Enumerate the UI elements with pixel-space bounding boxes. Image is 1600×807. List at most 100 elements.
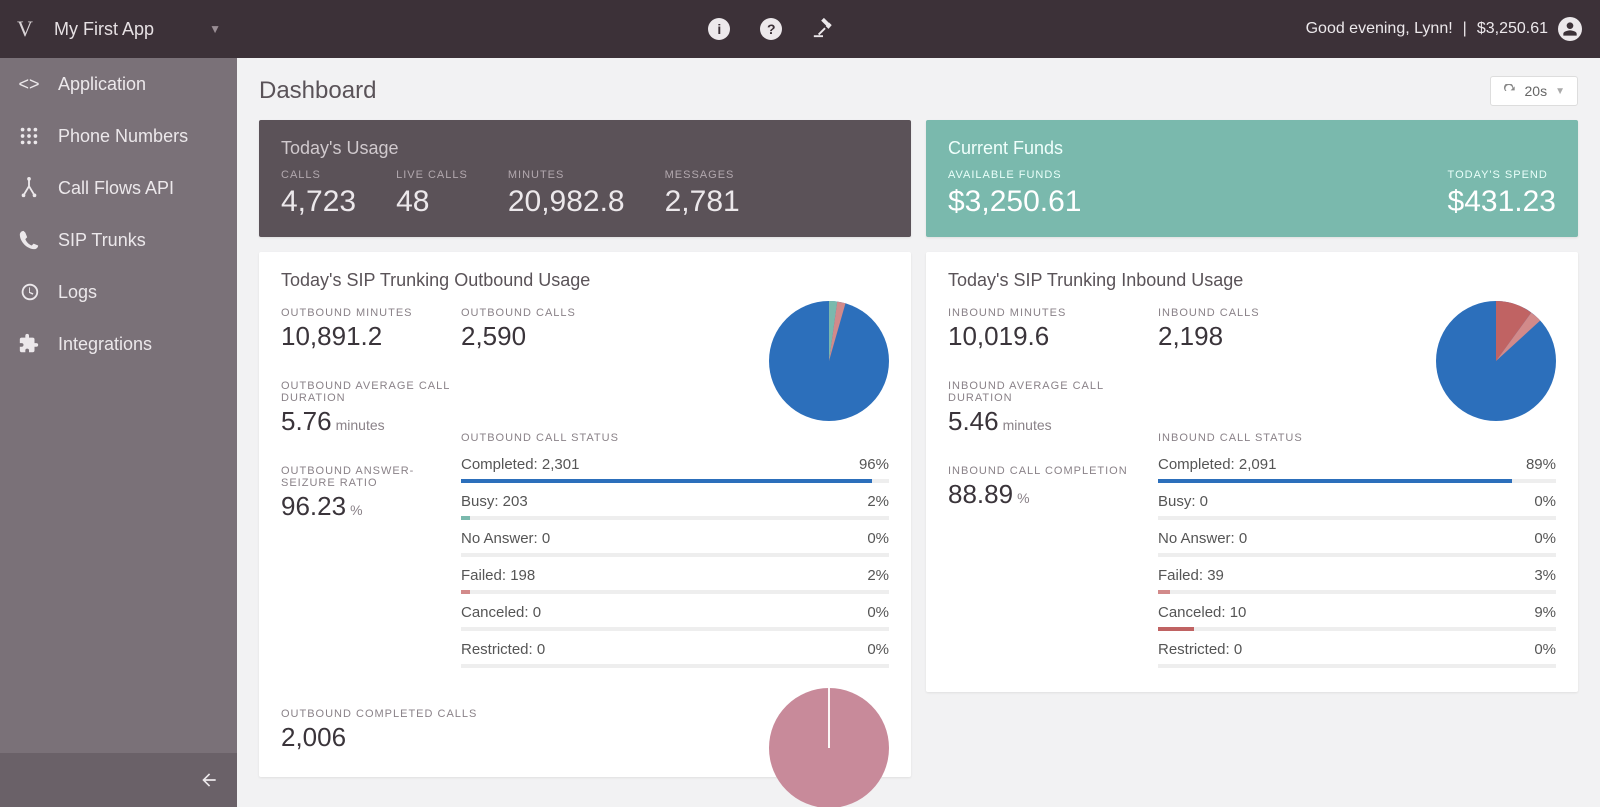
logo: V xyxy=(0,16,50,42)
code-icon: <> xyxy=(18,74,40,95)
status-pct: 9% xyxy=(1534,604,1556,621)
status-pct: 0% xyxy=(867,604,889,621)
stat-value: $3,250.61 xyxy=(948,185,1081,219)
stat-label: LIVE CALLS xyxy=(396,169,468,181)
metric-value: 5.76minutes xyxy=(281,406,461,437)
status-pct: 3% xyxy=(1534,567,1556,584)
status-row: No Answer: 0 0% xyxy=(1158,530,1556,547)
status-label: Canceled: 0 xyxy=(461,604,541,621)
status-label: Restricted: 0 xyxy=(1158,641,1242,658)
status-title: INBOUND CALL STATUS xyxy=(1158,432,1556,444)
sidebar-item-phone-numbers[interactable]: Phone Numbers xyxy=(0,110,237,162)
stat-value: 20,982.8 xyxy=(508,185,625,219)
progress-bar xyxy=(461,553,889,557)
puzzle-icon xyxy=(18,333,40,355)
sidebar-item-logs[interactable]: Logs xyxy=(0,266,237,318)
status-row: Completed: 2,30196% xyxy=(461,456,889,473)
card-title: Current Funds xyxy=(948,138,1556,159)
refresh-selector[interactable]: 20s ▼ xyxy=(1490,76,1578,106)
status-label: No Answer: 0 xyxy=(1158,530,1247,547)
status-pct: 2% xyxy=(867,493,889,510)
status-label: No Answer: 0 xyxy=(461,530,550,547)
sidebar-item-sip-trunks[interactable]: SIP Trunks xyxy=(0,214,237,266)
status-label: Failed: 198 xyxy=(461,567,535,584)
status-row: Canceled: 0 0% xyxy=(461,604,889,621)
progress-bar xyxy=(461,664,889,668)
stat-label: AVAILABLE FUNDS xyxy=(948,169,1081,181)
sidebar-item-integrations[interactable]: Integrations xyxy=(0,318,237,370)
metric-label: INBOUND CALL COMPLETION xyxy=(948,465,1158,477)
stat-value: 2,781 xyxy=(665,185,740,219)
sidebar: <> Application Phone Numbers Call Flows … xyxy=(0,58,237,807)
account-icon[interactable] xyxy=(1558,17,1582,41)
sip-icon xyxy=(18,229,40,251)
status-pct: 0% xyxy=(1534,493,1556,510)
arrow-left-icon xyxy=(199,770,219,790)
gavel-icon[interactable] xyxy=(812,16,834,43)
status-row: Failed: 1982% xyxy=(461,567,889,584)
stat-value: $431.23 xyxy=(1448,185,1556,219)
metric-label: INBOUND AVERAGE CALL DURATION xyxy=(948,380,1158,404)
flow-icon xyxy=(18,177,40,199)
sidebar-collapse[interactable] xyxy=(0,753,237,807)
progress-bar xyxy=(1158,627,1556,631)
status-pct: 89% xyxy=(1526,456,1556,473)
metric-value: 10,891.2 xyxy=(281,321,461,352)
chevron-down-icon: ▼ xyxy=(1555,86,1565,97)
refresh-value: 20s xyxy=(1525,83,1548,99)
sidebar-item-label: SIP Trunks xyxy=(58,230,146,251)
current-funds-card: Current Funds AVAILABLE FUNDS $3,250.61 … xyxy=(926,120,1578,237)
progress-bar xyxy=(1158,553,1556,557)
info-icon[interactable]: i xyxy=(708,18,730,40)
sidebar-item-label: Integrations xyxy=(58,334,152,355)
topbar-icons: i ? xyxy=(708,16,834,43)
status-label: Failed: 39 xyxy=(1158,567,1224,584)
metric-value: 5.46minutes xyxy=(948,406,1158,437)
card-title: Today's SIP Trunking Outbound Usage xyxy=(281,270,889,291)
sidebar-item-call-flows[interactable]: Call Flows API xyxy=(0,162,237,214)
metric-value: 88.89% xyxy=(948,479,1158,510)
stat-label: CALLS xyxy=(281,169,356,181)
app-name: My First App xyxy=(54,19,154,40)
status-label: Completed: 2,091 xyxy=(1158,456,1276,473)
card-title: Today's SIP Trunking Inbound Usage xyxy=(948,270,1556,291)
progress-bar xyxy=(461,479,889,483)
status-label: Canceled: 10 xyxy=(1158,604,1246,621)
help-icon[interactable]: ? xyxy=(760,18,782,40)
progress-bar xyxy=(1158,479,1556,483)
metric-label: OUTBOUND ANSWER-SEIZURE RATIO xyxy=(281,465,461,489)
sidebar-item-label: Call Flows API xyxy=(58,178,174,199)
stat-label: MESSAGES xyxy=(665,169,740,181)
greeting: Good evening, Lynn! | $3,250.61 xyxy=(1306,17,1582,41)
main-content: Dashboard 20s ▼ Today's Usage CALLS 4,72… xyxy=(237,58,1600,807)
progress-bar xyxy=(461,516,889,520)
balance: $3,250.61 xyxy=(1477,20,1548,38)
progress-bar xyxy=(461,590,889,594)
status-pct: 0% xyxy=(1534,641,1556,658)
metric-value: 96.23% xyxy=(281,491,461,522)
status-label: Busy: 0 xyxy=(1158,493,1208,510)
progress-bar xyxy=(1158,516,1556,520)
status-row: Restricted: 00% xyxy=(461,641,889,658)
outbound-panel: Today's SIP Trunking Outbound Usage OUTB… xyxy=(259,252,911,777)
metric-label: OUTBOUND MINUTES xyxy=(281,307,461,319)
metric-value: 10,019.6 xyxy=(948,321,1158,352)
status-pct: 96% xyxy=(859,456,889,473)
sidebar-item-application[interactable]: <> Application xyxy=(0,58,237,110)
chevron-down-icon: ▼ xyxy=(209,22,221,36)
todays-usage-card: Today's Usage CALLS 4,723 LIVE CALLS 48 … xyxy=(259,120,911,237)
status-row: Busy: 2032% xyxy=(461,493,889,510)
page-title: Dashboard xyxy=(259,77,376,105)
status-pct: 0% xyxy=(1534,530,1556,547)
app-selector[interactable]: My First App ▼ xyxy=(50,0,237,58)
completed-pie-chart xyxy=(769,688,889,807)
card-title: Today's Usage xyxy=(281,138,889,159)
dialpad-icon xyxy=(18,125,40,147)
progress-bar xyxy=(1158,664,1556,668)
sidebar-item-label: Logs xyxy=(58,282,97,303)
outbound-pie-chart xyxy=(769,301,889,421)
status-row: Busy: 0 0% xyxy=(1158,493,1556,510)
status-row: Completed: 2,091 89% xyxy=(1158,456,1556,473)
sidebar-item-label: Phone Numbers xyxy=(58,126,188,147)
page-header: Dashboard 20s ▼ xyxy=(259,76,1578,106)
